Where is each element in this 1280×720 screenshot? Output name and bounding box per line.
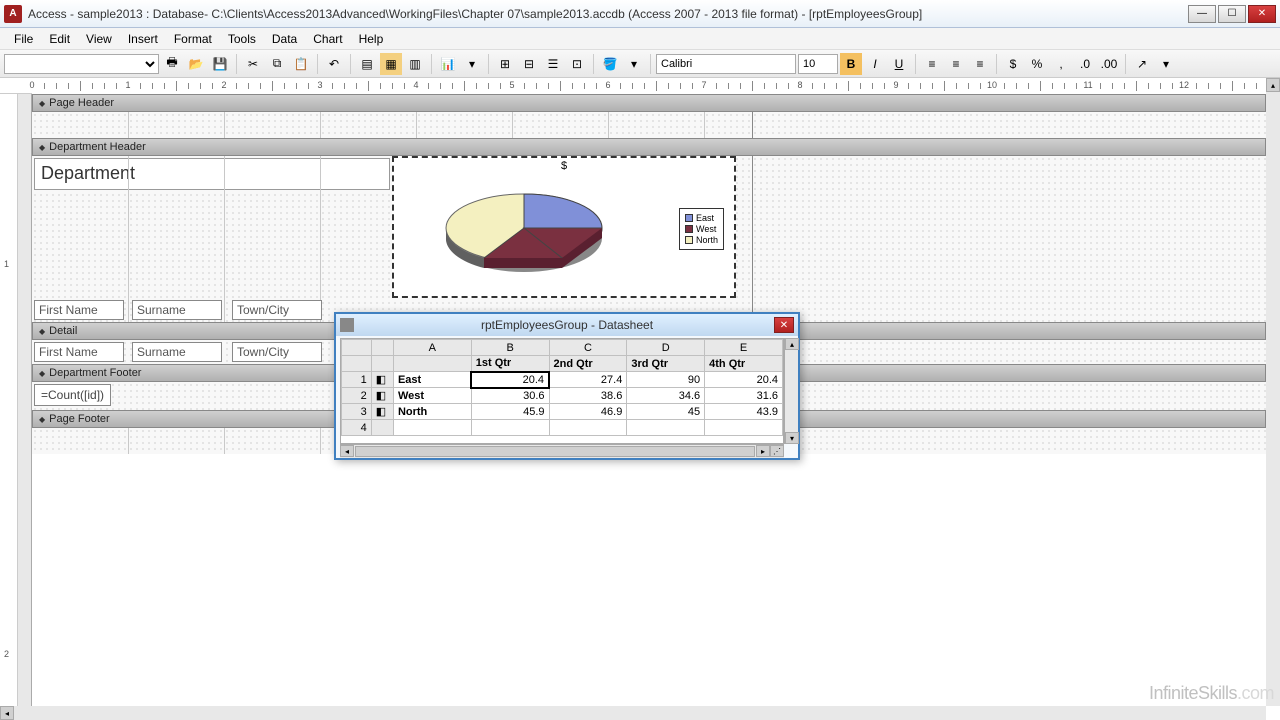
- menu-tools[interactable]: Tools: [220, 30, 264, 48]
- italic-button[interactable]: I: [864, 53, 886, 75]
- menu-edit[interactable]: Edit: [41, 30, 78, 48]
- menu-insert[interactable]: Insert: [120, 30, 166, 48]
- comma-icon[interactable]: ,: [1050, 53, 1072, 75]
- chart-type-icon[interactable]: 📊: [437, 53, 459, 75]
- print-icon[interactable]: 🖶: [161, 53, 183, 75]
- towncity-label[interactable]: Town/City: [232, 300, 322, 320]
- menu-format[interactable]: Format: [166, 30, 220, 48]
- size-selector[interactable]: [798, 54, 838, 74]
- maximize-button[interactable]: ☐: [1218, 5, 1246, 23]
- minimize-button[interactable]: —: [1188, 5, 1216, 23]
- surname-label[interactable]: Surname: [132, 300, 222, 320]
- chart-title: $: [394, 160, 734, 172]
- align-left-icon[interactable]: ≡: [921, 53, 943, 75]
- align-right-icon[interactable]: ≡: [969, 53, 991, 75]
- close-button[interactable]: ✕: [1248, 5, 1276, 23]
- by-column-icon[interactable]: ▦: [380, 53, 402, 75]
- copy-icon[interactable]: ⧉: [266, 53, 288, 75]
- firstname-label[interactable]: First Name: [34, 300, 124, 320]
- horizontal-ruler: 0123456789101112: [0, 78, 1280, 94]
- by-row-icon[interactable]: ▤: [356, 53, 378, 75]
- paste-icon[interactable]: 📋: [290, 53, 312, 75]
- resize-grip-icon[interactable]: ⋰: [770, 445, 784, 457]
- legend-north: North: [696, 235, 718, 245]
- value-axis-icon[interactable]: ⊟: [518, 53, 540, 75]
- decrease-decimal-icon[interactable]: .00: [1098, 53, 1120, 75]
- window-title: Access - sample2013 : Database- C:\Clien…: [28, 7, 1188, 21]
- main-scroll-up-icon[interactable]: ▴: [1266, 78, 1280, 92]
- main-scroll-left-icon[interactable]: ◂: [0, 706, 14, 720]
- angle-text-icon[interactable]: ↗: [1131, 53, 1153, 75]
- main-horizontal-scrollbar[interactable]: ◂: [0, 706, 1266, 720]
- scroll-right-icon[interactable]: ▸: [756, 445, 770, 457]
- firstname-field[interactable]: First Name: [34, 342, 124, 362]
- datasheet-icon: [340, 318, 354, 332]
- fill-color-icon[interactable]: 🪣: [599, 53, 621, 75]
- percent-icon[interactable]: %: [1026, 53, 1048, 75]
- main-vertical-scrollbar[interactable]: ▴: [1266, 78, 1280, 706]
- datasheet-title-bar[interactable]: rptEmployeesGroup - Datasheet ✕: [336, 314, 798, 336]
- increase-decimal-icon[interactable]: .0: [1074, 53, 1096, 75]
- section-selector-gutter[interactable]: [18, 94, 32, 706]
- font-selector[interactable]: [656, 54, 796, 74]
- watermark: InfiniteSkills.com: [1149, 683, 1274, 704]
- pie-chart-icon: [434, 178, 634, 288]
- legend-west: West: [696, 224, 716, 234]
- scroll-up-icon[interactable]: ▴: [785, 338, 799, 350]
- menu-bar: File Edit View Insert Format Tools Data …: [0, 28, 1280, 50]
- vertical-ruler: 1 2: [0, 94, 18, 706]
- towncity-field[interactable]: Town/City: [232, 342, 322, 362]
- menu-help[interactable]: Help: [351, 30, 392, 48]
- page-header-bar[interactable]: Page Header: [32, 94, 1266, 112]
- chart-legend: East West North: [679, 208, 724, 250]
- page-header-body[interactable]: [32, 112, 1266, 138]
- department-header-body[interactable]: Department $ East West Nor: [32, 156, 1266, 322]
- bold-button[interactable]: B: [840, 53, 862, 75]
- menu-view[interactable]: View: [78, 30, 120, 48]
- scroll-thumb[interactable]: [355, 446, 755, 457]
- fill-dropdown-icon[interactable]: ▾: [623, 53, 645, 75]
- open-icon[interactable]: 📂: [185, 53, 207, 75]
- currency-icon[interactable]: $: [1002, 53, 1024, 75]
- legend-icon[interactable]: ☰: [542, 53, 564, 75]
- surname-field[interactable]: Surname: [132, 342, 222, 362]
- datasheet-window[interactable]: rptEmployeesGroup - Datasheet ✕ ABCDE1st…: [334, 312, 800, 460]
- datasheet-close-button[interactable]: ✕: [774, 317, 794, 333]
- department-label-control[interactable]: Department: [34, 158, 390, 190]
- align-center-icon[interactable]: ≡: [945, 53, 967, 75]
- angle-dropdown-icon[interactable]: ▾: [1155, 53, 1177, 75]
- datasheet-title: rptEmployeesGroup - Datasheet: [360, 318, 774, 332]
- menu-chart[interactable]: Chart: [305, 30, 350, 48]
- undo-icon[interactable]: ↶: [323, 53, 345, 75]
- cut-icon[interactable]: ✂: [242, 53, 264, 75]
- menu-file[interactable]: File: [6, 30, 41, 48]
- count-expression[interactable]: =Count([id]): [34, 384, 111, 406]
- chart-object[interactable]: $ East West North: [392, 156, 736, 298]
- data-table-icon[interactable]: ⊡: [566, 53, 588, 75]
- toolbar: 🖶 📂 💾 ✂ ⧉ 📋 ↶ ▤ ▦ ▥ 📊 ▾ ⊞ ⊟ ☰ ⊡ 🪣 ▾ B I …: [0, 50, 1280, 78]
- menu-data[interactable]: Data: [264, 30, 305, 48]
- style-selector[interactable]: [4, 54, 159, 74]
- datasheet-vertical-scrollbar[interactable]: ▴ ▾: [784, 338, 798, 444]
- scroll-down-icon[interactable]: ▾: [785, 432, 799, 444]
- chart-dropdown-icon[interactable]: ▾: [461, 53, 483, 75]
- legend-east: East: [696, 213, 714, 223]
- datasheet-grid[interactable]: ABCDE1st Qtr2nd Qtr3rd Qtr4th Qtr1◧East2…: [340, 338, 784, 444]
- scroll-left-icon[interactable]: ◂: [340, 445, 354, 457]
- category-axis-icon[interactable]: ⊞: [494, 53, 516, 75]
- datasheet-horizontal-scrollbar[interactable]: ◂ ▸ ⋰: [340, 444, 784, 458]
- access-app-icon: A: [4, 5, 22, 23]
- table-icon[interactable]: ▥: [404, 53, 426, 75]
- underline-button[interactable]: U: [888, 53, 910, 75]
- department-header-bar[interactable]: Department Header: [32, 138, 1266, 156]
- title-bar: A Access - sample2013 : Database- C:\Cli…: [0, 0, 1280, 28]
- save-icon[interactable]: 💾: [209, 53, 231, 75]
